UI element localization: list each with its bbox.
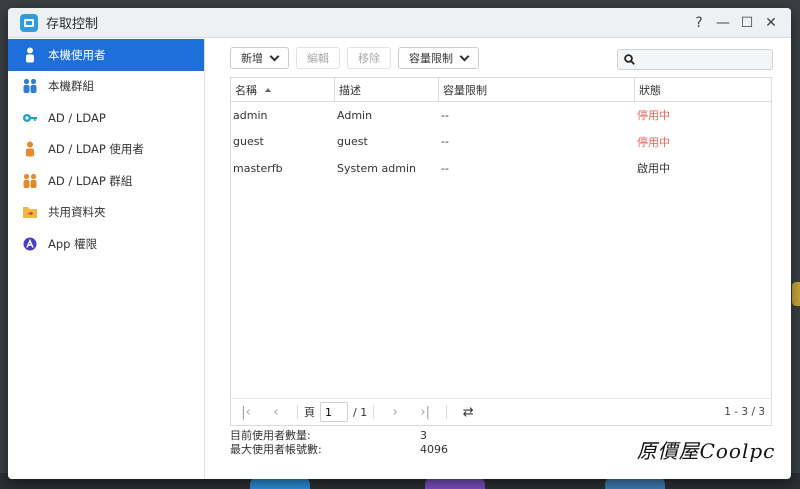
column-header-description[interactable]: 描述 <box>335 78 439 101</box>
sidebar-item-label: App 權限 <box>48 236 98 251</box>
column-header-quota[interactable]: 容量限制 <box>439 78 635 101</box>
column-header-label: 容量限制 <box>443 83 487 97</box>
cell-status: 停用中 <box>637 135 670 149</box>
total-pages: / 1 <box>353 405 368 419</box>
cell-description: guest <box>337 135 368 149</box>
divider <box>297 405 298 419</box>
maximize-icon[interactable]: ☐ <box>735 15 759 31</box>
sidebar-item-label: AD / LDAP 使用者 <box>48 142 144 157</box>
main-panel: 新增 編輯 移除 容量限制 名稱 描述 容量限制 狀態 admin Admin … <box>206 39 791 479</box>
pagination-bar: |‹ ‹ 頁 / 1 › ›| ⇄ 1 - 3 / 3 <box>230 398 772 426</box>
toolbar: 新增 編輯 移除 容量限制 <box>206 39 791 77</box>
quota-button[interactable]: 容量限制 <box>398 47 479 69</box>
divider <box>373 405 375 419</box>
cell-quota: -- <box>441 108 449 122</box>
sidebar-item-label: AD / LDAP 群組 <box>48 173 133 188</box>
key-icon <box>22 110 38 126</box>
quota-button-label: 容量限制 <box>409 52 453 65</box>
minimize-icon[interactable]: — <box>711 15 735 31</box>
search-box[interactable] <box>617 49 773 70</box>
cell-description: System admin <box>337 161 416 175</box>
chevron-down-icon <box>459 51 470 61</box>
column-header-name[interactable]: 名稱 <box>231 78 335 101</box>
previous-page-icon[interactable]: ‹ <box>261 405 291 420</box>
column-header-label: 名稱 <box>235 83 257 97</box>
cell-name: guest <box>233 135 264 149</box>
access-control-window: 存取控制 ? — ☐ ✕ 本機使用者 本機群組 AD / LDAP AD / L… <box>8 8 791 479</box>
app-logo-icon <box>20 13 38 32</box>
user-stats: 目前使用者數量: 3 最大使用者帳號數: 4096 <box>230 428 448 457</box>
desktop-gear-icon <box>792 282 800 306</box>
divider <box>446 405 448 419</box>
cell-name: masterfb <box>233 161 283 175</box>
sidebar-item-shared-folders[interactable]: 共用資料夾 <box>8 197 204 229</box>
users-table: 名稱 描述 容量限制 狀態 admin Admin -- 停用中 guest g… <box>230 77 772 416</box>
edit-button-label: 編輯 <box>307 52 329 65</box>
cell-description: Admin <box>337 108 373 122</box>
cell-status: 啟用中 <box>637 162 670 176</box>
max-users-value: 4096 <box>420 442 448 456</box>
sidebar-item-label: AD / LDAP <box>48 110 106 125</box>
chevron-down-icon <box>269 51 280 61</box>
table-row[interactable]: admin Admin -- 停用中 <box>231 102 771 129</box>
column-header-label: 狀態 <box>639 83 661 97</box>
edit-button[interactable]: 編輯 <box>296 47 340 69</box>
watermark: 原價屋Coolpc <box>631 431 781 467</box>
first-page-icon[interactable]: |‹ <box>231 405 261 420</box>
column-header-status[interactable]: 狀態 <box>635 78 771 101</box>
group-icon <box>22 78 38 94</box>
max-users-label: 最大使用者帳號數: <box>230 443 322 456</box>
cell-status: 停用中 <box>637 109 670 123</box>
sidebar-item-ad-ldap-groups[interactable]: AD / LDAP 群組 <box>8 165 204 197</box>
add-button[interactable]: 新增 <box>230 47 289 69</box>
cell-quota: -- <box>441 135 449 149</box>
cell-quota: -- <box>441 161 449 175</box>
current-users-value: 3 <box>420 428 427 442</box>
record-range: 1 - 3 / 3 <box>724 406 765 418</box>
close-icon[interactable]: ✕ <box>759 15 783 31</box>
sidebar-item-label: 本機群組 <box>48 79 94 94</box>
window-controls: ? — ☐ ✕ <box>687 8 783 38</box>
remove-button[interactable]: 移除 <box>347 47 391 69</box>
watermark-text: 原價屋Coolpc <box>636 438 776 463</box>
refresh-icon[interactable]: ⇄ <box>453 405 483 420</box>
sidebar-item-app-permissions[interactable]: App 權限 <box>8 228 204 260</box>
window-title: 存取控制 <box>46 17 99 32</box>
user-icon <box>22 47 38 63</box>
title-bar: 存取控制 ? — ☐ ✕ <box>8 8 791 38</box>
sidebar-item-ad-ldap-users[interactable]: AD / LDAP 使用者 <box>8 134 204 166</box>
sidebar-item-label: 共用資料夾 <box>48 205 106 220</box>
table-row[interactable]: masterfb System admin -- 啟用中 <box>231 155 771 182</box>
sidebar-item-local-users[interactable]: 本機使用者 <box>8 39 204 71</box>
search-input[interactable] <box>641 53 761 66</box>
page-label: 頁 <box>304 406 315 419</box>
current-users-row: 目前使用者數量: 3 <box>230 428 448 443</box>
help-icon[interactable]: ? <box>687 15 711 31</box>
last-page-icon[interactable]: ›| <box>410 405 440 420</box>
table-header: 名稱 描述 容量限制 狀態 <box>231 78 771 102</box>
app-icon <box>22 236 38 252</box>
sidebar-item-ad-ldap[interactable]: AD / LDAP <box>8 102 204 134</box>
sidebar-item-label: 本機使用者 <box>48 47 106 62</box>
folder-icon <box>22 204 38 220</box>
sort-ascending-icon <box>265 87 271 92</box>
remove-button-label: 移除 <box>358 52 380 65</box>
column-header-label: 描述 <box>339 83 361 97</box>
search-icon <box>624 54 635 65</box>
next-page-icon[interactable]: › <box>380 405 410 420</box>
sidebar: 本機使用者 本機群組 AD / LDAP AD / LDAP 使用者 AD / … <box>8 39 205 479</box>
sidebar-item-local-groups[interactable]: 本機群組 <box>8 71 204 103</box>
table-row[interactable]: guest guest -- 停用中 <box>231 129 771 156</box>
cell-name: admin <box>233 108 268 122</box>
max-users-row: 最大使用者帳號數: 4096 <box>230 442 448 457</box>
ad-group-icon <box>22 173 38 189</box>
add-button-label: 新增 <box>241 52 263 65</box>
ad-user-icon <box>22 141 38 157</box>
page-number-input[interactable] <box>320 402 348 422</box>
